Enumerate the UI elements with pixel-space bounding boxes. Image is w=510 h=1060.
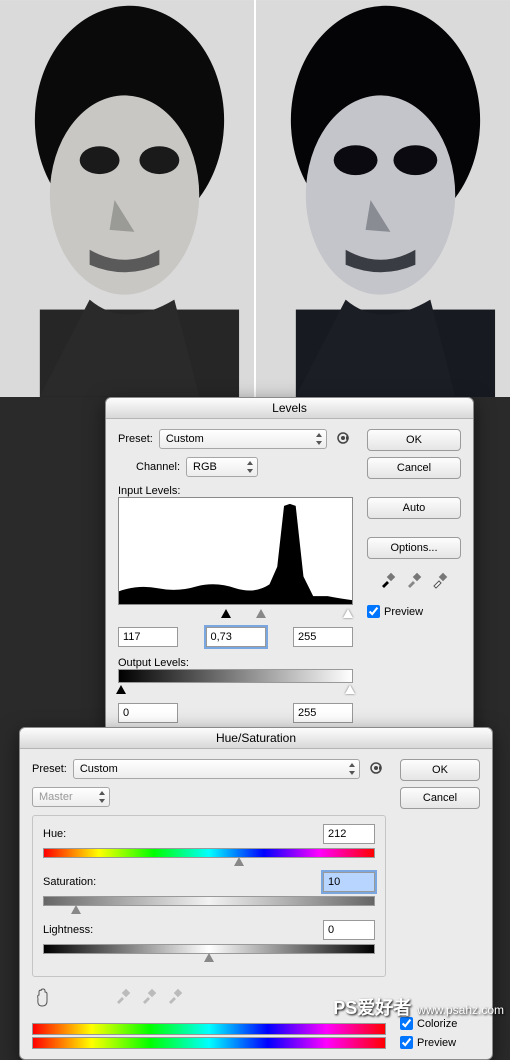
light-label: Lightness:	[43, 924, 121, 936]
ok-button[interactable]: OK	[367, 429, 461, 451]
channel-select[interactable]: RGB	[186, 457, 258, 477]
watermark: PS爱好者 www.psahz.com	[333, 994, 504, 1020]
channel-label: Channel:	[136, 461, 180, 473]
input-gamma[interactable]	[206, 627, 266, 647]
huesat-title: Hue/Saturation	[20, 728, 492, 749]
hs-group: Hue: Saturation: Lightness:	[32, 815, 386, 977]
comparison-images	[0, 0, 510, 397]
hs-cancel-button[interactable]: Cancel	[400, 787, 480, 809]
preset-label: Preset:	[118, 433, 153, 445]
output-gradient	[118, 669, 353, 683]
options-button[interactable]: Options...	[367, 537, 461, 559]
auto-button[interactable]: Auto	[367, 497, 461, 519]
black-point-handle[interactable]	[221, 609, 231, 618]
light-handle[interactable]	[204, 953, 214, 962]
output-black[interactable]	[118, 703, 178, 723]
gear-icon[interactable]	[335, 430, 353, 448]
hs-dropper-plus-icon	[140, 987, 158, 1005]
hand-icon[interactable]	[32, 987, 54, 1009]
sat-label: Saturation:	[43, 876, 121, 888]
output-levels-label: Output Levels:	[118, 657, 189, 669]
hs-preset-select[interactable]: Custom	[73, 759, 360, 779]
preset-select[interactable]: Custom	[159, 429, 327, 449]
white-point-handle[interactable]	[343, 609, 353, 618]
hue-label: Hue:	[43, 828, 121, 840]
hue-input[interactable]	[323, 824, 375, 844]
hue-handle[interactable]	[234, 857, 244, 866]
sat-handle[interactable]	[71, 905, 81, 914]
levels-title: Levels	[106, 398, 473, 419]
hs-ok-button[interactable]: OK	[400, 759, 480, 781]
hue-slider[interactable]	[43, 848, 375, 858]
out-black-handle[interactable]	[116, 685, 126, 694]
input-slider[interactable]	[118, 609, 353, 623]
hs-preset-label: Preset:	[32, 763, 67, 775]
output-white[interactable]	[293, 703, 353, 723]
out-white-handle[interactable]	[345, 685, 355, 694]
black-dropper-icon[interactable]	[379, 571, 397, 589]
hue-bar-top	[32, 1023, 386, 1035]
master-select: Master	[32, 787, 110, 807]
input-levels-label: Input Levels:	[118, 485, 180, 497]
before-image	[0, 0, 254, 397]
hs-dropper-minus-icon	[166, 987, 184, 1005]
histogram	[118, 497, 353, 605]
gray-dropper-icon[interactable]	[405, 571, 423, 589]
white-dropper-icon[interactable]	[431, 571, 449, 589]
light-input[interactable]	[323, 920, 375, 940]
hs-preview-checkbox[interactable]: Preview	[400, 1036, 480, 1049]
cancel-button[interactable]: Cancel	[367, 457, 461, 479]
gamma-handle[interactable]	[256, 609, 266, 618]
hs-dropper-icon	[114, 987, 132, 1005]
hue-bar-bottom	[32, 1037, 386, 1049]
sat-input[interactable]	[323, 872, 375, 892]
input-white[interactable]	[293, 627, 353, 647]
after-image	[256, 0, 510, 397]
levels-dialog: Levels Preset: Custom Channel: RGB Input…	[105, 397, 474, 734]
gear-icon[interactable]	[368, 760, 386, 778]
preview-checkbox[interactable]: Preview	[367, 605, 461, 618]
output-slider[interactable]	[118, 685, 353, 699]
sat-slider[interactable]	[43, 896, 375, 906]
input-black[interactable]	[118, 627, 178, 647]
